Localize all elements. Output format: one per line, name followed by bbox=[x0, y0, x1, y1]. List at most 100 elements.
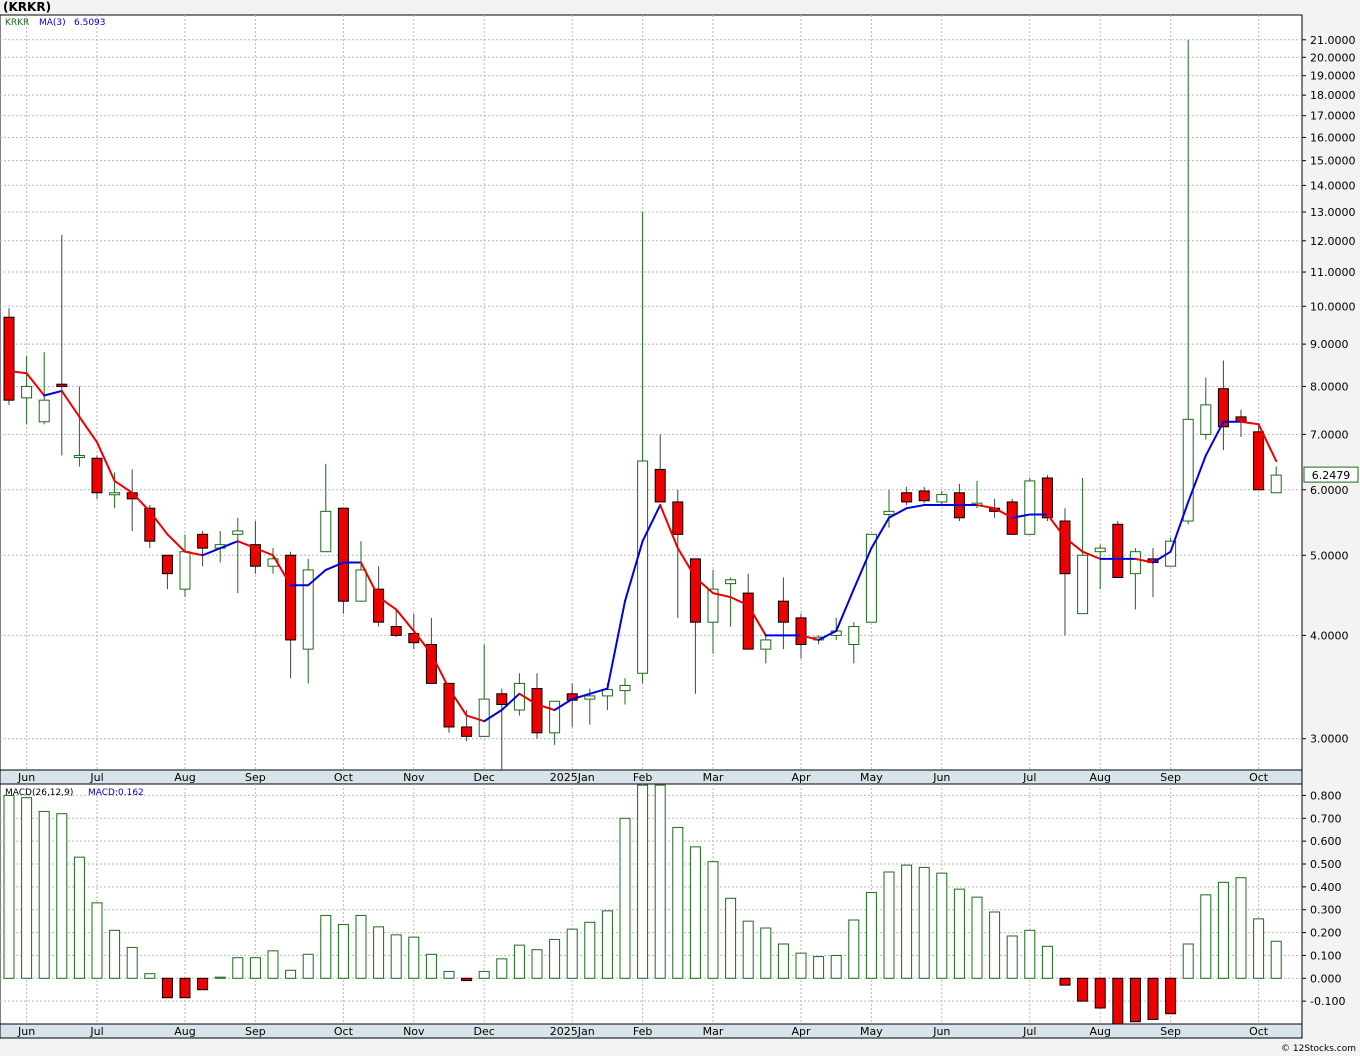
price-y-tick-label: 13.0000 bbox=[1310, 206, 1356, 219]
macd-bar-positive bbox=[21, 797, 33, 979]
price-x-tick-label: Dec bbox=[474, 771, 495, 784]
candle-up bbox=[1077, 554, 1089, 615]
candle-down bbox=[197, 533, 209, 549]
macd-bar-positive bbox=[689, 846, 701, 979]
candle-up bbox=[1094, 547, 1106, 553]
candle-up bbox=[848, 626, 860, 646]
price-y-tick-label: 7.0000 bbox=[1310, 428, 1349, 441]
price-y-tick-label: 3.0000 bbox=[1310, 733, 1349, 746]
macd-bar-positive bbox=[989, 911, 1001, 979]
macd-bar-positive bbox=[584, 921, 596, 979]
macd-x-tick-label: Nov bbox=[403, 1025, 425, 1038]
candle-down bbox=[1059, 520, 1071, 575]
macd-bar-positive bbox=[1182, 943, 1194, 979]
macd-bar-positive bbox=[1235, 877, 1247, 979]
macd-y-tick-label: 0.100 bbox=[1310, 949, 1342, 962]
macd-bar-positive bbox=[443, 970, 455, 979]
macd-bar-positive bbox=[531, 949, 543, 979]
macd-x-tick-label: Aug bbox=[174, 1025, 195, 1038]
macd-bar-positive bbox=[936, 872, 948, 979]
candle-down bbox=[901, 492, 913, 503]
macd-bar-positive bbox=[953, 888, 965, 979]
price-x-tick-label: Oct bbox=[1249, 771, 1269, 784]
candle-down bbox=[390, 626, 402, 636]
candle-up bbox=[73, 455, 85, 459]
macd-label: MACD(26,12,9) bbox=[5, 788, 73, 798]
macd-bar-positive bbox=[883, 871, 895, 979]
macd-bar-positive bbox=[725, 897, 737, 979]
candle-down bbox=[672, 501, 684, 535]
price-y-tick-label: 12.0000 bbox=[1310, 235, 1356, 248]
macd-bar-negative bbox=[1165, 977, 1177, 1015]
macd-y-tick-label: 0.400 bbox=[1310, 881, 1342, 894]
macd-y-tick-label: 0.700 bbox=[1310, 812, 1342, 825]
macd-bar-negative bbox=[197, 977, 209, 991]
candle-down bbox=[161, 554, 173, 575]
candle-up bbox=[21, 385, 33, 399]
candle-down bbox=[777, 600, 789, 623]
macd-bar-positive bbox=[337, 924, 349, 979]
candle-up bbox=[478, 698, 490, 737]
price-x-tick-label: Feb bbox=[633, 771, 652, 784]
candle-up bbox=[936, 494, 948, 503]
candle-up bbox=[1270, 474, 1282, 494]
macd-bar-negative bbox=[1094, 977, 1106, 1009]
macd-bar-positive bbox=[654, 784, 666, 979]
macd-bar-positive bbox=[971, 896, 983, 979]
macd-bar-positive bbox=[320, 914, 332, 979]
macd-bar-positive bbox=[267, 950, 279, 979]
macd-bar-positive bbox=[144, 973, 156, 979]
last-price-tag: 6.2479 bbox=[1312, 469, 1351, 482]
macd-bar-positive bbox=[513, 944, 525, 979]
macd-bar-negative bbox=[461, 977, 473, 982]
macd-bar-positive bbox=[232, 957, 244, 979]
macd-bar-positive bbox=[777, 943, 789, 979]
macd-bar-positive bbox=[1024, 929, 1036, 979]
legend-ma-value: 6.5093 bbox=[74, 18, 106, 28]
candle-down bbox=[531, 688, 543, 734]
candle-down bbox=[654, 468, 666, 503]
price-y-tick-label: 21.0000 bbox=[1310, 34, 1356, 47]
price-y-tick-label: 17.0000 bbox=[1310, 110, 1356, 123]
price-x-tick-label: Sep bbox=[245, 771, 266, 784]
macd-x-tick-label: Oct bbox=[334, 1025, 354, 1038]
macd-bar-positive bbox=[249, 957, 261, 979]
candle-down bbox=[373, 588, 385, 623]
candle-up bbox=[760, 639, 772, 650]
candle-up bbox=[584, 695, 596, 700]
candle-up bbox=[725, 579, 737, 585]
candle-up bbox=[1024, 480, 1036, 535]
candle-up bbox=[320, 510, 332, 553]
candle-down bbox=[56, 383, 68, 387]
legend-ticker: KRKR bbox=[5, 18, 29, 28]
macd-bar-negative bbox=[1077, 977, 1089, 1002]
candle-up bbox=[637, 460, 649, 674]
macd-bar-positive bbox=[56, 813, 68, 979]
macd-bar-positive bbox=[566, 928, 578, 979]
macd-bar-positive bbox=[302, 953, 314, 979]
candle-up bbox=[109, 492, 121, 496]
price-y-tick-label: 8.0000 bbox=[1310, 380, 1349, 393]
macd-x-tick-label: Feb bbox=[633, 1025, 652, 1038]
price-panel: 3.0000 4.0000 5.0000 6.0000 7.0000 8.0000 9.00… bbox=[0, 14, 1359, 785]
price-x-tick-label: Jun bbox=[932, 771, 950, 784]
macd-y-tick-label: 0.500 bbox=[1310, 858, 1342, 871]
candle-up bbox=[1200, 404, 1212, 435]
macd-bar-positive bbox=[1200, 894, 1212, 979]
price-x-tick-label: Aug bbox=[174, 771, 195, 784]
macd-bar-negative bbox=[161, 977, 173, 999]
macd-bar-negative bbox=[1147, 977, 1159, 1020]
price-x-tick-label: Jul bbox=[89, 771, 103, 784]
macd-bar-positive bbox=[707, 861, 719, 979]
macd-x-tick-label: Jul bbox=[1022, 1025, 1036, 1038]
macd-bar-positive bbox=[73, 856, 85, 979]
macd-x-tick-label: Jun bbox=[932, 1025, 950, 1038]
candle-down bbox=[918, 490, 930, 502]
macd-bar-positive bbox=[742, 920, 754, 979]
chart-title: (KRKR) bbox=[3, 0, 51, 14]
candle-up bbox=[883, 510, 895, 516]
stock-chart: 3.0000 4.0000 5.0000 6.0000 7.0000 8.0000 9.00… bbox=[0, 0, 1360, 1056]
price-y-tick-label: 11.0000 bbox=[1310, 266, 1356, 279]
macd-x-tick-label: Apr bbox=[791, 1025, 811, 1038]
macd-x-tick-label: Sep bbox=[1160, 1025, 1181, 1038]
